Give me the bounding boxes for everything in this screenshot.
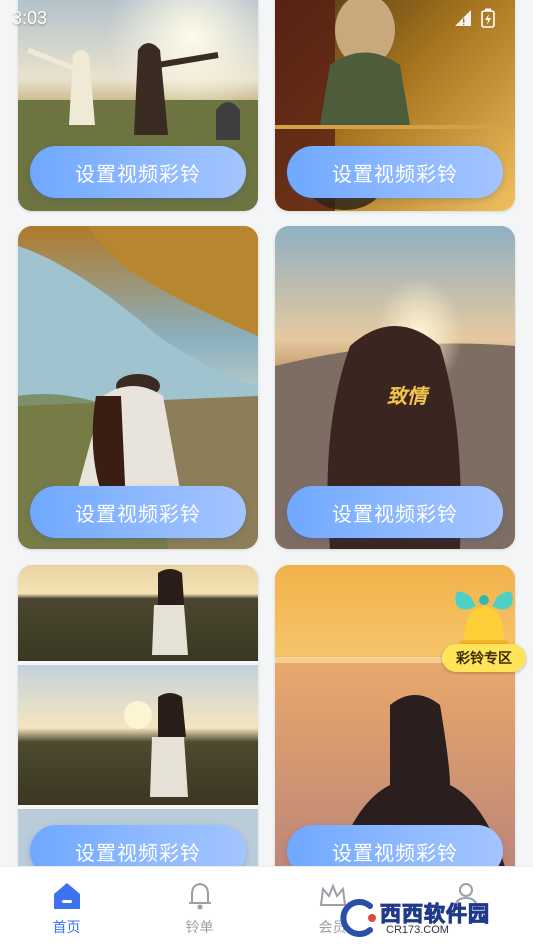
watermark-url: CR173.COM xyxy=(386,924,449,936)
video-card[interactable]: 设置视频彩铃 xyxy=(18,226,258,549)
status-bar: 3:03 ! xyxy=(0,0,533,36)
bell-icon xyxy=(188,882,211,910)
watermark-logo-icon xyxy=(340,899,376,937)
set-video-ringtone-button[interactable]: 设置视频彩铃 xyxy=(287,146,503,198)
battery-icon xyxy=(481,8,495,28)
home-icon xyxy=(53,883,80,909)
set-video-ringtone-button[interactable]: 设置视频彩铃 xyxy=(287,825,503,866)
svg-text:!: ! xyxy=(462,18,466,27)
video-thumbnail xyxy=(18,565,258,866)
video-card[interactable]: 设置视频彩铃 xyxy=(18,565,258,866)
set-video-ringtone-button[interactable]: 设置视频彩铃 xyxy=(30,146,246,198)
site-watermark: 西西软件园 CR173.COM xyxy=(336,892,516,944)
tab-ringtone-list-label: 铃单 xyxy=(185,920,214,936)
status-time: 3:03 xyxy=(12,8,48,28)
set-video-ringtone-button[interactable]: 设置视频彩铃 xyxy=(30,825,246,866)
tab-home[interactable]: 首页 xyxy=(0,867,133,949)
tab-ringtone-list[interactable]: 铃单 xyxy=(133,867,266,949)
ringtone-zone-badge[interactable]: 彩铃专区 xyxy=(440,586,528,678)
set-video-ringtone-button[interactable]: 设置视频彩铃 xyxy=(30,486,246,538)
video-title-overlay: 致情 xyxy=(387,384,427,408)
tab-home-label: 首页 xyxy=(52,920,81,936)
signal-icon: ! xyxy=(455,10,471,27)
status-icons: ! xyxy=(453,8,495,28)
set-video-ringtone-button[interactable]: 设置视频彩铃 xyxy=(287,486,503,538)
video-card[interactable]: 致情 设置视频彩铃 xyxy=(275,226,515,549)
ringtone-zone-label[interactable]: 彩铃专区 xyxy=(442,644,526,672)
video-ringtone-grid: 设置视频彩铃 设置视频彩铃 设置视频彩铃 致情 设置视频彩铃 设置视频彩铃 设置… xyxy=(0,0,533,866)
